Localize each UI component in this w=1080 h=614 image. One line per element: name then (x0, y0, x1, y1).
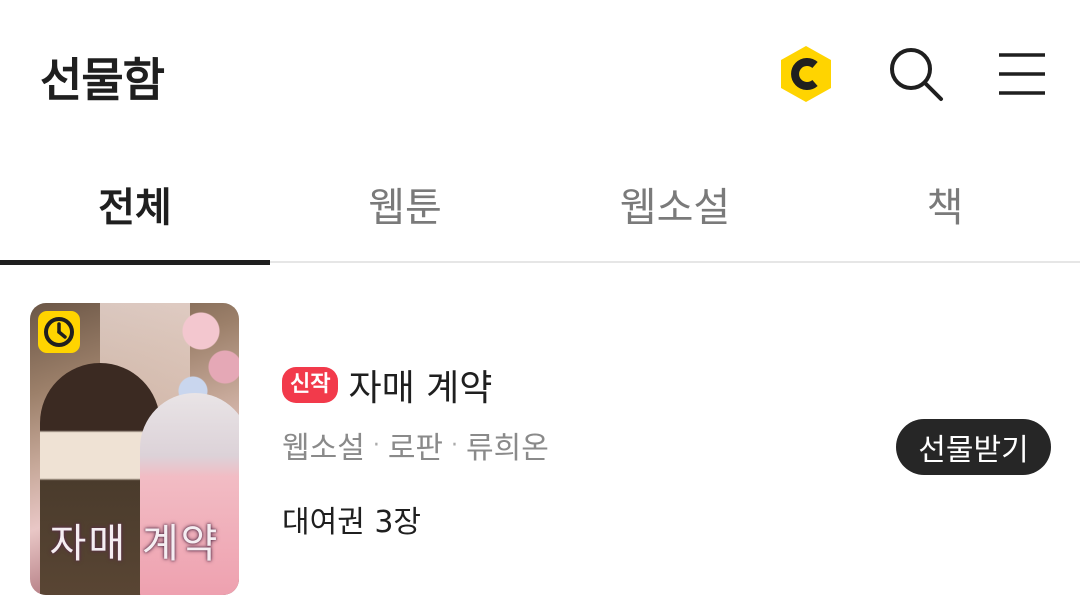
search-button[interactable] (886, 44, 946, 104)
rental-ticket-count: 대여권 3장 (282, 505, 422, 540)
tab-book[interactable]: 책 (810, 150, 1080, 263)
app-header: 선물함 (0, 0, 1080, 150)
hamburger-menu-icon (999, 53, 1045, 95)
receive-gift-button[interactable]: 선물받기 (896, 419, 1051, 475)
meta-separator: · (372, 432, 380, 458)
item-genre: 로판 (387, 431, 444, 466)
tab-all[interactable]: 전체 (0, 150, 270, 265)
cash-coin-button[interactable] (776, 44, 836, 104)
item-author: 류희온 (466, 431, 549, 466)
page-title: 선물함 (40, 53, 165, 107)
gift-list-item[interactable]: 자매 계약 신작 자매 계약 웹소설 · 로판 · 류희온 대여권 3장 선물받… (0, 265, 1080, 614)
new-badge: 신작 (282, 367, 339, 403)
tab-webnovel[interactable]: 웹소설 (540, 150, 810, 263)
item-category: 웹소설 (282, 431, 365, 466)
item-meta: 웹소설 · 로판 · 류희온 (282, 423, 549, 467)
search-icon (890, 48, 943, 101)
wait-free-badge (38, 311, 80, 353)
meta-separator: · (451, 432, 459, 458)
clock-icon (44, 317, 74, 347)
item-title[interactable]: 자매 계약 (348, 359, 492, 411)
item-info: 신작 자매 계약 웹소설 · 로판 · 류희온 대여권 3장 (282, 363, 549, 541)
cover-title-text: 자매 계약 (49, 521, 220, 567)
menu-button[interactable] (992, 44, 1052, 104)
tab-webtoon[interactable]: 웹툰 (270, 150, 540, 263)
category-tabs: 전체 웹툰 웹소설 책 (0, 150, 1080, 265)
cover-image[interactable]: 자매 계약 (30, 303, 239, 595)
cash-coin-icon (781, 46, 831, 102)
